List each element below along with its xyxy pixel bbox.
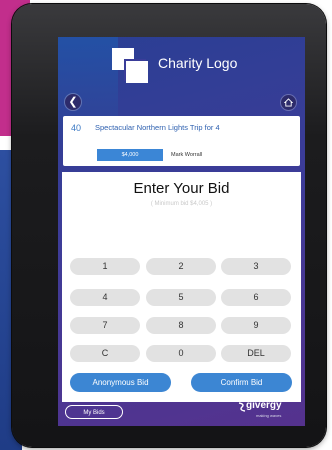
keypad-key-3[interactable]: 3: [221, 258, 291, 275]
keypad-key-1[interactable]: 1: [70, 258, 140, 275]
item-title: Spectacular Northern Lights Trip for 4: [95, 123, 220, 132]
keypad-key-8[interactable]: 8: [146, 317, 216, 334]
tablet-frame: Charity Logo ❮ 40 Spectacular Northern L…: [12, 4, 326, 447]
chevron-left-icon: ❮: [68, 96, 78, 108]
givergy-brand-name: givergy: [246, 400, 282, 411]
enter-bid-title: Enter Your Bid: [133, 180, 230, 197]
bidder-name: Mark Worrall: [171, 152, 203, 158]
tablet-screen: Charity Logo ❮ 40 Spectacular Northern L…: [58, 37, 305, 426]
keypad-key-5[interactable]: 5: [146, 289, 216, 306]
keypad-key-6[interactable]: 6: [221, 289, 291, 306]
bid-panel: Enter Your Bid ( Minimum bid $4,005 ) 1 …: [62, 172, 301, 402]
charity-logo-text: Charity Logo: [158, 55, 238, 71]
item-number: 40: [71, 123, 82, 133]
keypad-key-2[interactable]: 2: [146, 258, 216, 275]
home-icon: [284, 98, 293, 107]
home-button[interactable]: [281, 95, 296, 110]
anonymous-bid-button[interactable]: Anonymous Bid: [70, 373, 171, 392]
confirm-bid-button[interactable]: Confirm Bid: [191, 373, 292, 392]
my-bids-button[interactable]: My Bids: [65, 405, 123, 419]
scene: Charity Logo ❮ 40 Spectacular Northern L…: [0, 0, 332, 450]
minimum-bid-text: ( Minimum bid $4,005 ): [150, 201, 213, 207]
givergy-logo-icon: [238, 402, 246, 412]
keypad-key-0[interactable]: 0: [146, 345, 216, 362]
current-bid-badge: $4,000: [97, 149, 163, 161]
keypad-key-delete[interactable]: DEL: [221, 345, 291, 362]
keypad-key-clear[interactable]: C: [70, 345, 140, 362]
keypad-key-9[interactable]: 9: [221, 317, 291, 334]
item-card[interactable]: 40 Spectacular Northern Lights Trip for …: [63, 116, 300, 166]
keypad-key-7[interactable]: 7: [70, 317, 140, 334]
keypad-key-4[interactable]: 4: [70, 289, 140, 306]
back-button[interactable]: ❮: [65, 94, 81, 110]
givergy-brand: givergy making waves: [238, 399, 300, 421]
charity-logo-icon: [112, 48, 152, 84]
givergy-tagline: making waves: [256, 413, 282, 418]
